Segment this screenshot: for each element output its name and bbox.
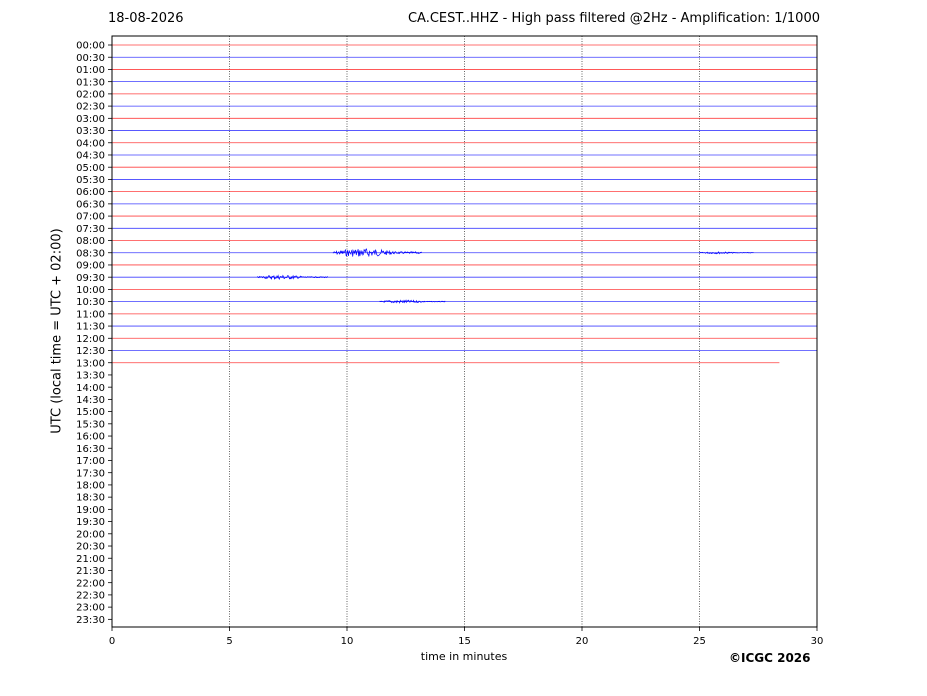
x-tick-label: 10 (341, 636, 354, 647)
y-tick-label: 08:00 (76, 236, 105, 247)
event-layer (257, 248, 754, 304)
y-tick-label: 03:30 (76, 126, 105, 137)
y-tick-label: 10:30 (76, 297, 105, 308)
y-tick-label: 23:00 (76, 603, 105, 614)
y-tick-label: 09:30 (76, 273, 105, 284)
y-tick-label: 07:00 (76, 212, 105, 223)
y-tick-label: 23:30 (76, 615, 105, 626)
y-tick-label: 11:00 (76, 309, 105, 320)
y-tick-label: 20:30 (76, 542, 105, 553)
y-tick-label: 07:30 (76, 224, 105, 235)
x-tick-label: 30 (811, 636, 824, 647)
y-tick-label: 11:30 (76, 322, 105, 333)
y-tick-label: 17:00 (76, 456, 105, 467)
grid-layer (229, 36, 700, 627)
x-tick-layer: 0 5 10 15 20 25 30 (109, 627, 824, 647)
y-tick-label: 16:30 (76, 444, 105, 455)
y-tick-label: 20:00 (76, 529, 105, 540)
y-tick-label: 15:00 (76, 407, 105, 418)
trace-layer (112, 44, 817, 364)
y-tick-label: 03:00 (76, 114, 105, 125)
y-tick-label: 05:30 (76, 175, 105, 186)
x-tick-label: 5 (226, 636, 232, 647)
y-tick-label: 10:00 (76, 285, 105, 296)
x-axis-label: time in minutes (420, 650, 508, 663)
y-tick-label: 16:00 (76, 432, 105, 443)
y-tick-label: 12:30 (76, 346, 105, 357)
y-tick-label: 02:30 (76, 102, 105, 113)
copyright-label: ©ICGC 2026 (729, 651, 811, 665)
y-tick-layer: 00:0000:3001:0001:3002:00 02:3003:0003:30… (76, 41, 112, 626)
y-tick-label: 17:30 (76, 468, 105, 479)
y-tick-label: 05:00 (76, 163, 105, 174)
y-tick-label: 08:30 (76, 248, 105, 259)
y-tick-label: 04:00 (76, 138, 105, 149)
x-tick-label: 25 (693, 636, 706, 647)
y-tick-label: 22:30 (76, 591, 105, 602)
y-tick-label: 22:00 (76, 578, 105, 589)
y-tick-label: 14:00 (76, 383, 105, 394)
helicorder-chart: 00:0000:3001:0001:3002:00 02:3003:0003:30… (76, 35, 824, 647)
event-0830 (699, 251, 754, 255)
y-tick-label: 00:00 (76, 41, 105, 52)
y-tick-label: 01:30 (76, 77, 105, 88)
y-tick-label: 00:30 (76, 53, 105, 64)
y-tick-label: 06:30 (76, 199, 105, 210)
y-tick-label: 01:00 (76, 65, 105, 76)
y-tick-label: 18:30 (76, 493, 105, 504)
y-tick-label: 06:00 (76, 187, 105, 198)
y-tick-label: 09:00 (76, 261, 105, 272)
y-tick-label: 02:00 (76, 89, 105, 100)
y-tick-label: 21:30 (76, 566, 105, 577)
y-axis-label: UTC (local time = UTC + 02:00) (49, 228, 65, 434)
y-tick-label: 13:00 (76, 358, 105, 369)
y-tick-label: 13:30 (76, 371, 105, 382)
y-tick-label: 18:00 (76, 481, 105, 492)
y-tick-label: 14:30 (76, 395, 105, 406)
x-tick-label: 20 (576, 636, 589, 647)
y-tick-label: 19:30 (76, 517, 105, 528)
y-tick-label: 21:00 (76, 554, 105, 565)
y-tick-label: 12:00 (76, 334, 105, 345)
y-tick-label: 15:30 (76, 419, 105, 430)
y-tick-label: 19:00 (76, 505, 105, 516)
x-tick-label: 0 (109, 636, 115, 647)
y-tick-label: 04:30 (76, 151, 105, 162)
x-tick-label: 15 (458, 636, 471, 647)
